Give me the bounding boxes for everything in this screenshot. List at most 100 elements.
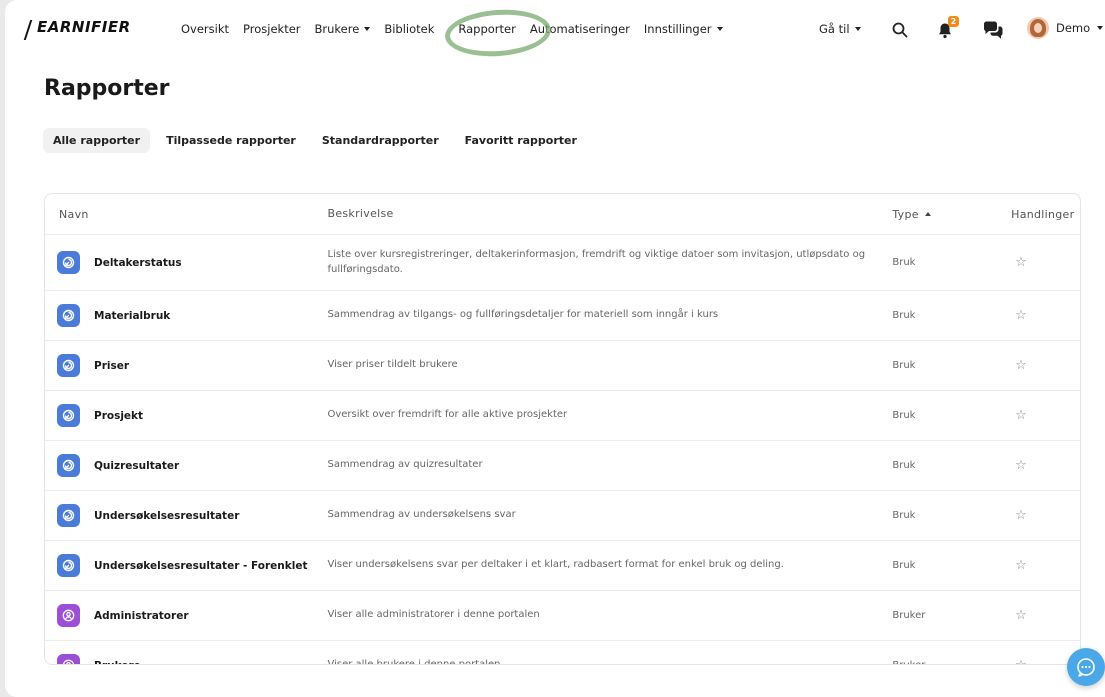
table-row[interactable]: Undersøkelsesresultater Sammendrag av und…: [45, 491, 1080, 541]
chat-icon: [1077, 658, 1095, 677]
reports-table: Navn Beskrivelse Type Handlinger Deltake…: [44, 193, 1081, 665]
report-description: Viser priser tildelt brukere: [327, 359, 458, 371]
tab-standardrapporter[interactable]: Standardrapporter: [312, 128, 449, 153]
support-chat-button[interactable]: [1067, 648, 1105, 686]
report-name[interactable]: Administratorer: [94, 610, 189, 622]
nav-item-rapporter[interactable]: Rapporter: [458, 22, 515, 36]
table-row[interactable]: Priser Viser priser tildelt brukere Bruk ☆: [45, 341, 1080, 391]
report-description: Viser alle administratorer i denne porta…: [327, 609, 540, 621]
usage-icon: [57, 454, 80, 477]
column-header-description[interactable]: Beskrivelse: [327, 206, 892, 222]
report-name-cell: Undersøkelsesresultater - Forenklet: [45, 554, 327, 577]
table-row[interactable]: Deltakerstatus Liste over kursregistrerin…: [45, 235, 1080, 291]
star-icon: ☆: [1015, 458, 1027, 473]
report-name[interactable]: Quizresultater: [94, 460, 179, 472]
report-type: Bruker: [892, 660, 999, 664]
report-name-cell: Quizresultater: [45, 454, 327, 477]
star-icon: ☆: [1015, 358, 1027, 373]
goto-menu[interactable]: Gå til: [819, 22, 861, 36]
nav-label: Bibliotek: [384, 22, 435, 36]
report-name[interactable]: Undersøkelsesresultater - Forenklet: [94, 560, 308, 572]
report-description: Viser alle brukere i denne portalen: [327, 659, 501, 665]
chevron-down-icon: [854, 27, 861, 31]
top-navigation: EARNIFIER Oversikt Prosjekter Brukere Bi…: [5, 0, 1105, 64]
report-name-cell: Brukere: [45, 654, 327, 665]
user-name: Demo: [1056, 21, 1091, 35]
page-title: Rapporter: [44, 76, 170, 101]
report-description: Sammendrag av undersøkelsens svar: [327, 509, 516, 521]
tab-tilpassede-rapporter[interactable]: Tilpassede rapporter: [156, 128, 306, 153]
report-type: Bruk: [892, 310, 916, 321]
nav-item-automatiseringer[interactable]: Automatiseringer: [530, 22, 630, 36]
star-icon: ☆: [1015, 408, 1027, 423]
usage-icon: [57, 554, 80, 577]
search-icon: [892, 22, 908, 38]
usage-icon: [57, 354, 80, 377]
learnifier-logo[interactable]: EARNIFIER: [23, 18, 131, 40]
report-type: Bruk: [892, 410, 916, 421]
report-name-cell: Administratorer: [45, 604, 327, 627]
favorite-button[interactable]: ☆: [999, 558, 1080, 573]
report-name[interactable]: Priser: [94, 360, 129, 372]
nav-label: Prosjekter: [243, 22, 301, 36]
report-name[interactable]: Brukere: [94, 660, 141, 665]
table-row[interactable]: Materialbruk Sammendrag av tilgangs- og f…: [45, 291, 1080, 341]
report-name[interactable]: Deltakerstatus: [94, 257, 182, 269]
report-type: Bruk: [892, 360, 916, 371]
favorite-button[interactable]: ☆: [999, 608, 1080, 623]
sort-ascending-icon: [924, 211, 931, 216]
favorite-button[interactable]: ☆: [999, 308, 1080, 323]
tab-alle-rapporter[interactable]: Alle rapporter: [43, 128, 151, 153]
user-menu[interactable]: Demo: [1027, 17, 1104, 39]
report-type: Bruker: [892, 610, 926, 621]
nav-label: Automatiseringer: [529, 22, 630, 36]
report-name[interactable]: Undersøkelsesresultater: [94, 510, 239, 522]
favorite-button[interactable]: ☆: [999, 358, 1080, 373]
search-button[interactable]: [888, 18, 912, 42]
report-name-cell: Undersøkelsesresultater: [45, 504, 327, 527]
favorite-button[interactable]: ☆: [999, 255, 1080, 270]
column-header-type[interactable]: Type: [892, 208, 999, 221]
nav-item-oversikt[interactable]: Oversikt: [181, 22, 229, 36]
table-body: Deltakerstatus Liste over kursregistrerin…: [45, 235, 1080, 665]
column-header-name[interactable]: Navn: [45, 208, 327, 221]
report-description: Oversikt over fremdrift for alle aktive …: [327, 409, 568, 421]
table-row[interactable]: Quizresultater Sammendrag av quizresultat…: [45, 441, 1080, 491]
favorite-button[interactable]: ☆: [999, 508, 1080, 523]
messages-button[interactable]: [981, 18, 1005, 42]
tab-favoritt-rapporter[interactable]: Favoritt rapporter: [455, 128, 587, 153]
table-row[interactable]: Prosjekt Oversikt over fremdrift for alle…: [45, 391, 1080, 441]
notification-badge: 2: [948, 16, 959, 27]
nav-label: Rapporter: [458, 22, 516, 36]
report-type: Bruk: [892, 460, 916, 471]
avatar: [1027, 17, 1049, 39]
table-row[interactable]: Administratorer Viser alle administratore…: [45, 591, 1080, 641]
star-icon: ☆: [1015, 558, 1027, 573]
star-icon: ☆: [1015, 658, 1027, 664]
report-name-cell: Prosjekt: [45, 404, 327, 427]
star-icon: ☆: [1015, 308, 1027, 323]
app-frame: EARNIFIER Oversikt Prosjekter Brukere Bi…: [5, 0, 1105, 697]
nav-item-bibliotek[interactable]: Bibliotek: [384, 22, 434, 36]
nav-item-innstillinger[interactable]: Innstillinger: [644, 22, 723, 36]
report-description: Sammendrag av quizresultater: [327, 459, 483, 471]
favorite-button[interactable]: ☆: [999, 408, 1080, 423]
report-name[interactable]: Materialbruk: [94, 310, 170, 322]
user-icon: [57, 654, 80, 664]
usage-icon: [57, 251, 80, 274]
column-header-actions: Handlinger: [1011, 207, 1075, 221]
table-row[interactable]: Brukere Viser alle brukere i denne portal…: [45, 641, 1080, 665]
nav-label: Brukere: [314, 22, 360, 36]
notifications-button[interactable]: 2: [933, 16, 959, 42]
report-type: Bruk: [892, 510, 916, 521]
favorite-button[interactable]: ☆: [999, 458, 1080, 473]
nav-item-brukere[interactable]: Brukere: [315, 22, 371, 36]
column-header-type-label: Type: [892, 207, 919, 221]
table-header: Navn Beskrivelse Type Handlinger: [45, 194, 1080, 235]
usage-icon: [57, 504, 80, 527]
nav-item-prosjekter[interactable]: Prosjekter: [243, 22, 300, 36]
report-name-cell: Priser: [45, 354, 327, 377]
user-icon: [57, 604, 80, 627]
report-name[interactable]: Prosjekt: [94, 410, 143, 422]
table-row[interactable]: Undersøkelsesresultater - Forenklet Viser…: [45, 541, 1080, 591]
